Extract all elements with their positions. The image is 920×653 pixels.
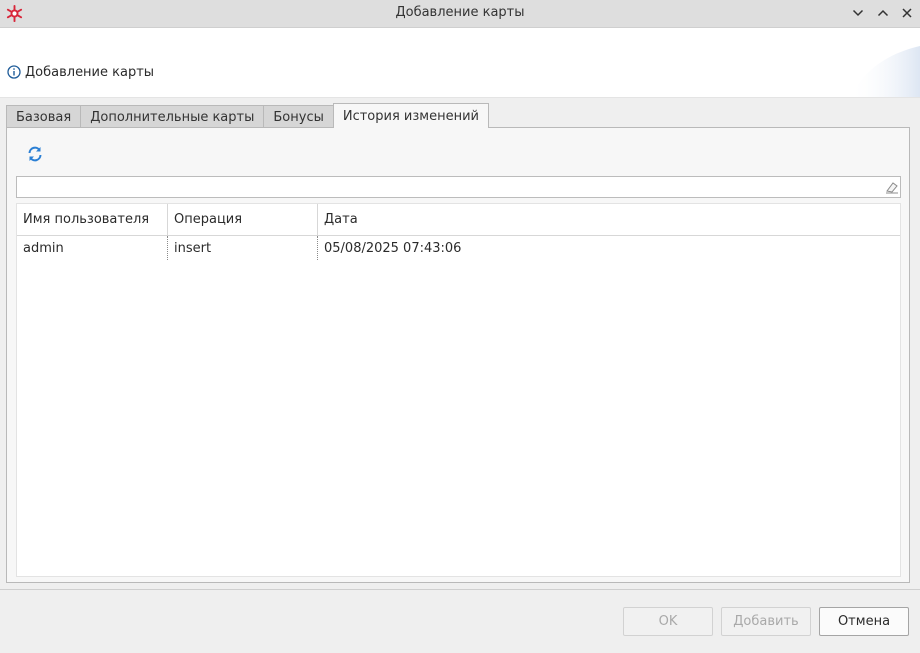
- window-title: Добавление карты: [395, 5, 525, 20]
- tab-panel: Имя пользователя Операция Дата admin ins…: [6, 127, 910, 583]
- filter-input[interactable]: [16, 176, 901, 198]
- close-icon: [902, 8, 912, 18]
- table-row[interactable]: admin insert 05/08/2025 07:43:06: [17, 236, 900, 260]
- clear-filter-icon[interactable]: [885, 180, 899, 194]
- tab-change-history[interactable]: История изменений: [332, 103, 489, 128]
- chevron-up-icon: [877, 9, 889, 17]
- history-table: Имя пользователя Операция Дата admin ins…: [16, 203, 901, 577]
- footer-divider: [0, 589, 920, 590]
- column-header-username[interactable]: Имя пользователя: [17, 204, 167, 235]
- cell-date: 05/08/2025 07:43:06: [317, 236, 900, 260]
- close-button[interactable]: [898, 4, 916, 22]
- tab-bonuses[interactable]: Бонусы: [263, 105, 334, 128]
- tab-additional-cards[interactable]: Дополнительные карты: [80, 105, 265, 128]
- title-bar: Добавление карты: [0, 0, 920, 28]
- cell-operation: insert: [167, 236, 317, 260]
- tab-basic[interactable]: Базовая: [6, 105, 82, 128]
- dialog-subtitle: Добавление карты: [25, 65, 155, 80]
- maximize-button[interactable]: [874, 4, 892, 22]
- minimize-button[interactable]: [849, 4, 867, 22]
- info-icon: [7, 65, 21, 79]
- chevron-down-icon: [852, 9, 864, 17]
- add-button[interactable]: Добавить: [721, 607, 811, 636]
- column-header-operation[interactable]: Операция: [167, 204, 317, 235]
- tab-bar: Базовая Дополнительные карты Бонусы Исто…: [6, 103, 489, 128]
- cancel-button[interactable]: Отмена: [819, 607, 909, 636]
- column-header-date[interactable]: Дата: [317, 204, 900, 235]
- header-decoration: [850, 46, 920, 97]
- table-header: Имя пользователя Операция Дата: [17, 204, 900, 236]
- ok-button[interactable]: OK: [623, 607, 713, 636]
- refresh-icon[interactable]: [26, 145, 44, 163]
- cell-username: admin: [23, 240, 64, 256]
- dialog-header: Добавление карты: [0, 28, 920, 98]
